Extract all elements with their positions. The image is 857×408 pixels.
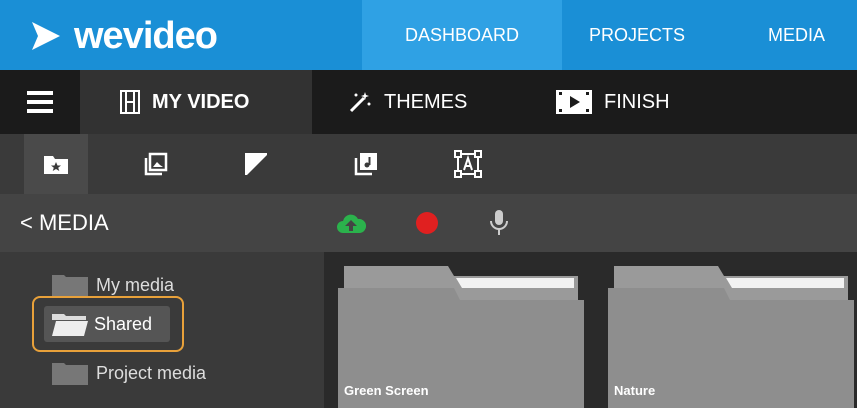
starred-folder-icon bbox=[44, 156, 68, 174]
hamburger-menu-button[interactable] bbox=[0, 70, 80, 134]
microphone-icon bbox=[490, 210, 508, 235]
nav-dashboard[interactable]: DASHBOARD bbox=[362, 0, 562, 70]
contrast-icon bbox=[245, 153, 267, 175]
logo-text: wevideo bbox=[74, 15, 218, 57]
folder-icon bbox=[52, 363, 88, 385]
mode-bar: MY VIDEO THEMES FINISH bbox=[0, 70, 857, 134]
sidebar-item-label: My media bbox=[96, 274, 175, 295]
tab-my-video-label: MY VIDEO bbox=[152, 90, 250, 113]
folder-tile[interactable]: Nature bbox=[608, 266, 854, 408]
tab-images[interactable] bbox=[124, 134, 188, 194]
tab-themes[interactable]: THEMES bbox=[348, 70, 467, 134]
tab-finish-label: FINISH bbox=[604, 90, 670, 113]
tab-themes-label: THEMES bbox=[384, 90, 468, 113]
media-type-tabs bbox=[0, 134, 857, 194]
folder-tile[interactable]: Green Screen bbox=[338, 266, 584, 408]
record-button[interactable] bbox=[412, 208, 442, 238]
folder-label: Green Screen bbox=[344, 383, 429, 398]
image-library-icon bbox=[144, 152, 168, 176]
nav-media[interactable]: MEDIA bbox=[748, 0, 857, 70]
tab-transitions[interactable] bbox=[224, 134, 288, 194]
finish-film-icon bbox=[556, 90, 592, 114]
cloud-upload-icon bbox=[337, 214, 366, 233]
top-navigation: wevideo DASHBOARD PROJECTS MEDIA bbox=[0, 0, 857, 70]
tab-finish[interactable]: FINISH bbox=[556, 70, 670, 134]
sidebar-item-label: Project media bbox=[96, 362, 207, 383]
folder-label: Nature bbox=[614, 383, 656, 398]
upload-button[interactable] bbox=[336, 208, 366, 238]
record-icon bbox=[416, 212, 438, 234]
back-to-media-button[interactable]: < MEDIA bbox=[20, 194, 109, 252]
media-sidebar: My media Shared Project media bbox=[0, 252, 324, 408]
music-icon bbox=[354, 153, 377, 176]
magic-wand-icon bbox=[348, 90, 372, 114]
wevideo-play-icon bbox=[32, 22, 60, 50]
voiceover-button[interactable] bbox=[484, 208, 514, 238]
media-content: Green Screen Nature bbox=[324, 252, 857, 408]
media-header: < MEDIA bbox=[0, 194, 857, 252]
open-folder-icon bbox=[52, 314, 88, 336]
tab-audio[interactable] bbox=[334, 134, 398, 194]
text-frame-icon bbox=[454, 150, 482, 178]
film-strip-icon bbox=[120, 90, 140, 114]
sidebar-item-shared[interactable]: Shared bbox=[44, 306, 170, 342]
wevideo-logo[interactable]: wevideo bbox=[28, 14, 218, 58]
nav-projects[interactable]: PROJECTS bbox=[574, 0, 700, 70]
sidebar-item-project-media[interactable]: Project media bbox=[52, 358, 206, 388]
hamburger-icon bbox=[27, 91, 53, 113]
tab-my-media[interactable] bbox=[24, 134, 88, 194]
sidebar-item-label: Shared bbox=[94, 313, 153, 334]
sidebar-item-shared-highlight: Shared bbox=[32, 296, 184, 352]
folder-icon bbox=[52, 275, 88, 297]
tab-text[interactable] bbox=[436, 134, 500, 194]
tab-my-video[interactable]: MY VIDEO bbox=[80, 70, 312, 134]
